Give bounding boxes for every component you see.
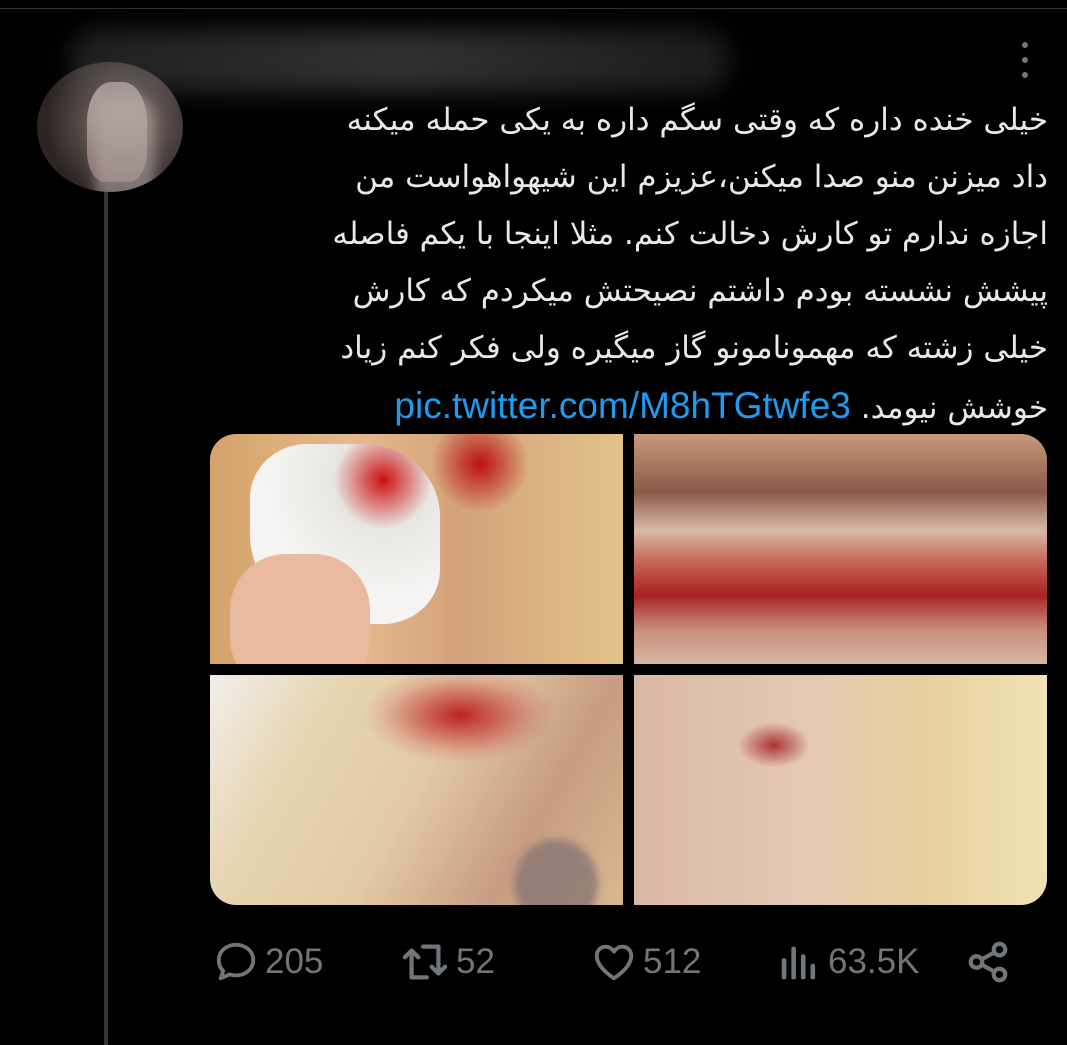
more-dot bbox=[1022, 42, 1028, 48]
tweet-line: خوشش نیومد. bbox=[860, 390, 1048, 426]
more-icon[interactable] bbox=[1014, 42, 1036, 78]
avatar-blur bbox=[95, 92, 155, 192]
views-icon bbox=[781, 946, 816, 980]
top-divider bbox=[0, 8, 1067, 9]
like-button[interactable]: 512 bbox=[591, 934, 701, 990]
photo-1-hand bbox=[230, 554, 370, 664]
reply-icon bbox=[216, 942, 256, 981]
retweet-count: 52 bbox=[456, 942, 495, 981]
tweet-line: داد میزنن منو صدا میکنن،عزیزم این شیهواه… bbox=[355, 159, 1048, 195]
media-grid[interactable] bbox=[210, 434, 1047, 905]
views-button[interactable]: 63.5K bbox=[776, 934, 919, 990]
tweet-text: خیلی خنده داره که وقتی سگم داره به یکی ح… bbox=[210, 92, 1048, 437]
thread-line bbox=[104, 190, 108, 1045]
tweet-last-line: خوشش نیومد. pic.twitter.com/M8hTGtwfe3 bbox=[210, 377, 1048, 437]
photo-2[interactable] bbox=[634, 434, 1047, 664]
username-blur bbox=[70, 30, 730, 92]
more-dot bbox=[1022, 57, 1028, 63]
reply-count: 205 bbox=[265, 942, 324, 981]
tweet-line: پیشش نشسته بودم داشتم نصیحتش میکردم که ک… bbox=[352, 273, 1048, 309]
share-button[interactable] bbox=[965, 934, 1011, 990]
photo-4[interactable] bbox=[634, 675, 1047, 905]
action-bar: 205 52 512 63.5K bbox=[213, 934, 1013, 990]
retweet-icon bbox=[402, 944, 448, 980]
like-count: 512 bbox=[643, 942, 702, 981]
views-count: 63.5K bbox=[828, 942, 920, 981]
tweet-line: اجازه ندارم تو کارش دخالت کنم. مثلا اینج… bbox=[332, 216, 1048, 252]
like-icon bbox=[594, 944, 634, 981]
more-dot bbox=[1022, 72, 1028, 78]
photo-1[interactable] bbox=[210, 434, 623, 664]
tweet-link[interactable]: pic.twitter.com/M8hTGtwfe3 bbox=[394, 385, 850, 426]
share-icon bbox=[968, 941, 1008, 983]
tweet-line: خیلی زشته که مهمونامونو گاز میگیره ولی ف… bbox=[340, 330, 1048, 366]
retweet-button[interactable]: 52 bbox=[400, 934, 495, 990]
reply-button[interactable]: 205 bbox=[213, 934, 323, 990]
tweet-line: خیلی خنده داره که وقتی سگم داره به یکی ح… bbox=[346, 102, 1048, 138]
